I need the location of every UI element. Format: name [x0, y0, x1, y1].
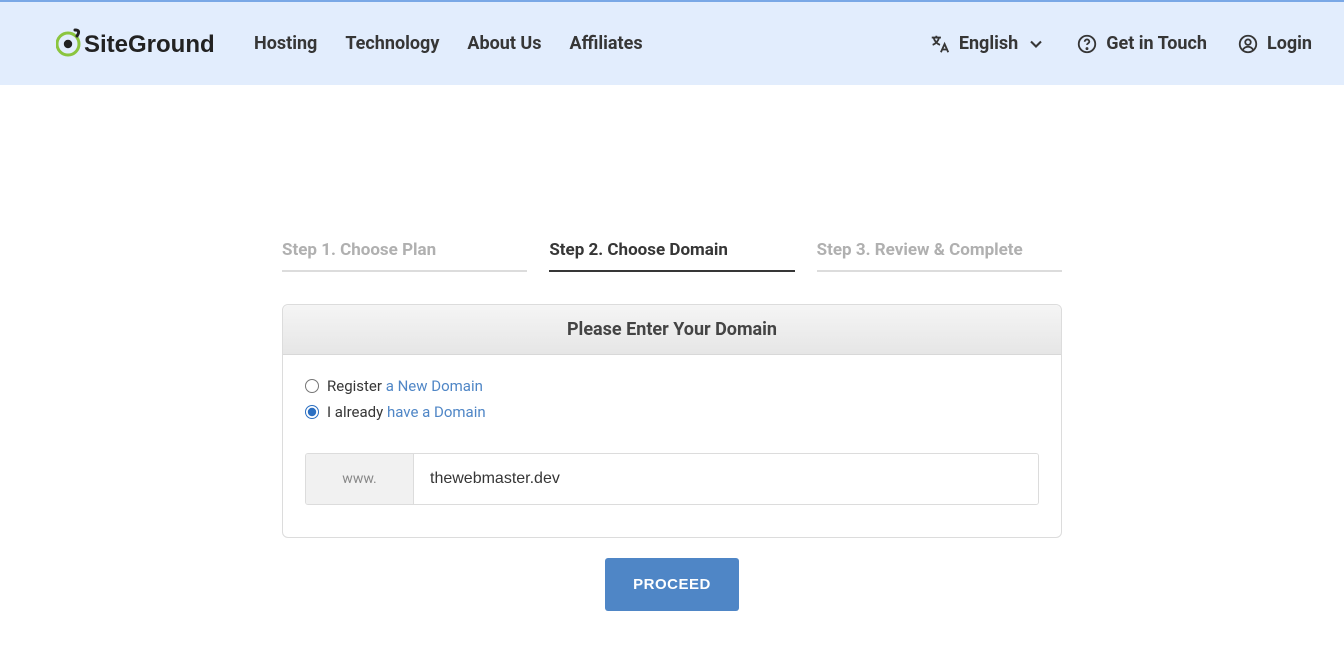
logo[interactable]: SiteGround [56, 27, 226, 61]
main-nav: Hosting Technology About Us Affiliates [254, 33, 643, 54]
user-icon [1237, 33, 1259, 55]
proceed-button[interactable]: PROCEED [605, 558, 739, 611]
card-body: Register a New Domain I already have a D… [283, 355, 1061, 537]
language-selector[interactable]: English [929, 33, 1046, 55]
domain-input[interactable] [414, 454, 1038, 504]
option-existing-domain[interactable]: I already have a Domain [305, 403, 1039, 421]
nav-affiliates[interactable]: Affiliates [570, 33, 643, 54]
step-review-complete[interactable]: Step 3. Review & Complete [817, 240, 1062, 272]
step-choose-plan[interactable]: Step 1. Choose Plan [282, 240, 527, 272]
site-header: SiteGround Hosting Technology About Us A… [0, 0, 1344, 85]
logo-text: SiteGround [84, 31, 215, 58]
domain-input-group: www. [305, 453, 1039, 505]
option-register-domain[interactable]: Register a New Domain [305, 377, 1039, 395]
chevron-down-icon [1026, 34, 1046, 54]
login-label: Login [1267, 33, 1312, 54]
www-prefix: www. [306, 454, 414, 504]
get-in-touch-link[interactable]: Get in Touch [1076, 33, 1207, 55]
language-label: English [959, 33, 1018, 54]
header-right: English Get in Touch [929, 33, 1312, 55]
nav-about-us[interactable]: About Us [467, 33, 541, 54]
nav-technology[interactable]: Technology [345, 33, 439, 54]
radio-existing[interactable] [305, 405, 319, 419]
existing-prefix: I already [327, 403, 383, 421]
register-link-text: a New Domain [386, 377, 483, 395]
existing-link-text: have a Domain [387, 403, 486, 421]
login-link[interactable]: Login [1237, 33, 1312, 55]
translate-icon [929, 33, 951, 55]
card-title: Please Enter Your Domain [283, 305, 1061, 355]
radio-register[interactable] [305, 379, 319, 393]
domain-card: Please Enter Your Domain Register a New … [282, 304, 1062, 538]
register-prefix: Register [327, 377, 382, 395]
help-icon [1076, 33, 1098, 55]
checkout-steps: Step 1. Choose Plan Step 2. Choose Domai… [282, 240, 1062, 272]
step-choose-domain[interactable]: Step 2. Choose Domain [549, 240, 794, 272]
get-in-touch-label: Get in Touch [1106, 33, 1207, 54]
proceed-wrap: PROCEED [282, 558, 1062, 611]
nav-hosting[interactable]: Hosting [254, 33, 317, 54]
